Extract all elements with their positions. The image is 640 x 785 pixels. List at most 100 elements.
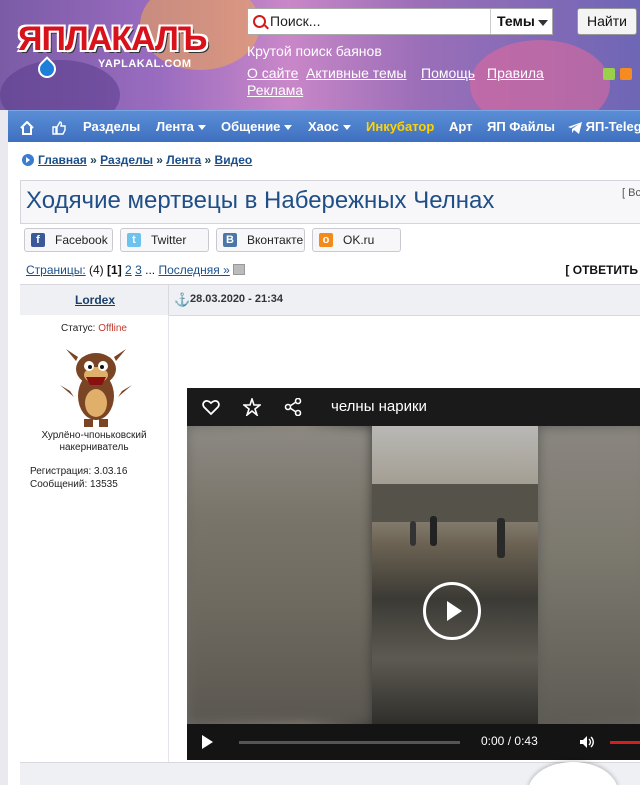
rss-icon[interactable] (620, 68, 632, 80)
header-icons (603, 68, 637, 82)
breadcrumb-home[interactable]: Главная (38, 153, 87, 167)
vk-icon: В (223, 233, 237, 247)
nav-item-chaos[interactable]: Хаос (308, 111, 351, 143)
link-advertising[interactable]: Реклама (247, 82, 303, 98)
play-icon (447, 601, 462, 621)
pagination-label[interactable]: Страницы: (26, 263, 86, 277)
search-button[interactable]: Найти (577, 8, 637, 35)
nav-label: ЯП-Teleg (585, 119, 640, 134)
bookmark-icon[interactable] (603, 68, 615, 80)
page-title: Ходячие мертвецы в Набережных Челнах (26, 187, 495, 214)
breadcrumb-video[interactable]: Видео (215, 153, 253, 167)
anchor-icon[interactable]: ⚓ (174, 292, 190, 308)
share-label: OK.ru (343, 233, 375, 247)
share-label: Facebook (55, 233, 108, 247)
search-icon (253, 15, 266, 28)
nav-item-telegram[interactable]: ЯП-Teleg (568, 111, 640, 143)
share-twitter-button[interactable]: t Twitter (120, 228, 209, 252)
breadcrumb-feed[interactable]: Лента (166, 153, 201, 167)
share-vk-button[interactable]: В Вконтакте (216, 228, 305, 252)
play-button[interactable] (423, 582, 481, 640)
video-progress-bar[interactable] (239, 741, 460, 744)
post-date: 28.03.2020 - 21:34 (190, 293, 283, 305)
status-label: Статус: (61, 323, 96, 334)
post-header: Lordex ⚓ 28.03.2020 - 21:34 (20, 284, 640, 316)
nav-item-communication[interactable]: Общение (221, 111, 293, 143)
nav-item-sections[interactable]: Разделы (83, 111, 140, 143)
video-person (410, 521, 416, 546)
user-title: Хурлёно-чпоньковский накерниватель (41, 430, 147, 453)
user-status: Статус: Offline (20, 323, 168, 334)
pagination-current: [1] (107, 263, 122, 277)
nav-item-art[interactable]: Арт (449, 111, 473, 143)
volume-slider[interactable] (610, 741, 640, 744)
divider (168, 285, 169, 315)
video-topbar: челны нарики (187, 388, 640, 426)
link-rules[interactable]: Правила (487, 65, 544, 81)
link-active-topics[interactable]: Активные темы (306, 65, 407, 81)
chevron-down-icon (197, 125, 206, 131)
nav-item-incubator[interactable]: Инкубатор (366, 111, 434, 143)
user-registered: Регистрация: 3.03.16 (30, 466, 128, 477)
nav-label: Общение (221, 119, 281, 134)
pagination-page[interactable]: 2 (125, 263, 132, 277)
chevron-down-icon (342, 125, 351, 131)
heart-icon[interactable] (202, 398, 220, 416)
play-icon[interactable] (202, 735, 213, 749)
page: ЯПЛАКАЛЪ YAPLAKAL.COM Темы Найти Крутой … (0, 0, 640, 785)
pagination-count: (4) (89, 263, 104, 277)
link-about[interactable]: О сайте (247, 65, 298, 81)
video-player[interactable]: челны нарики 0:00 / 0:43 (187, 388, 640, 760)
main-nav: Разделы Лента Общение Хаос Инкубатор Арт… (8, 110, 640, 143)
author-panel: Статус: Offline Хурлёно-чпоньковский нак… (20, 315, 169, 785)
video-controls: 0:00 / 0:43 (187, 724, 640, 760)
search-scope-select[interactable]: Темы (490, 9, 552, 34)
breadcrumb-arrow-icon (22, 154, 34, 166)
site-header: ЯПЛАКАЛЪ YAPLAKAL.COM Темы Найти Крутой … (0, 0, 640, 110)
nav-label: Хаос (308, 119, 339, 134)
video-image (372, 426, 538, 724)
post-author[interactable]: Lordex (75, 293, 115, 307)
chevron-down-icon (538, 20, 548, 26)
ok-icon: о (319, 233, 333, 247)
video-time: 0:00 / 0:43 (481, 734, 538, 748)
video-duration: 0:43 (514, 734, 538, 748)
telegram-icon (568, 121, 582, 134)
share-ok-button[interactable]: о OK.ru (312, 228, 401, 252)
pagination-ellipsis: ... (145, 263, 156, 277)
reply-button[interactable]: [ ОТВЕТИТЬ (565, 263, 638, 277)
search-scope-value: Темы (497, 13, 535, 29)
topic-options-link[interactable]: [ Вс (622, 187, 640, 199)
avatar (60, 349, 132, 427)
status-value: Offline (98, 323, 127, 334)
video-person (430, 516, 437, 546)
search-tagline[interactable]: Крутой поиск баянов (247, 43, 382, 59)
thumbs-up-icon[interactable] (52, 111, 66, 143)
volume-icon[interactable] (579, 734, 595, 750)
nav-item-files[interactable]: ЯП Файлы (487, 111, 555, 143)
share-facebook-button[interactable]: f Facebook (24, 228, 113, 252)
star-icon[interactable] (243, 398, 261, 416)
video-title: челны нарики (331, 398, 427, 415)
share-label: Вконтакте (247, 233, 304, 247)
topic-title-bar: Ходячие мертвецы в Набережных Челнах [ В… (20, 180, 640, 224)
main-content: Главная » Разделы » Лента » Видео Ходячи… (8, 142, 640, 785)
video-blur-left (187, 426, 372, 724)
site-logo[interactable]: ЯПЛАКАЛЪ YAPLAKAL.COM (18, 20, 207, 70)
nav-item-feed[interactable]: Лента (156, 111, 206, 143)
search-input[interactable] (270, 12, 470, 30)
home-icon[interactable] (20, 111, 34, 143)
link-help[interactable]: Помощь (421, 65, 475, 81)
share-icon[interactable] (284, 398, 302, 416)
video-person (497, 518, 505, 558)
breadcrumb-sections[interactable]: Разделы (100, 153, 153, 167)
video-blur-right (538, 426, 640, 724)
chevron-down-icon (284, 125, 293, 131)
envelope-icon[interactable] (233, 264, 246, 275)
nav-label: Лента (156, 119, 194, 134)
share-label: Twitter (151, 233, 187, 247)
facebook-icon: f (31, 233, 45, 247)
video-frame[interactable] (187, 426, 640, 724)
pagination-page[interactable]: 3 (135, 263, 142, 277)
pagination-last[interactable]: Последняя » (158, 263, 229, 277)
